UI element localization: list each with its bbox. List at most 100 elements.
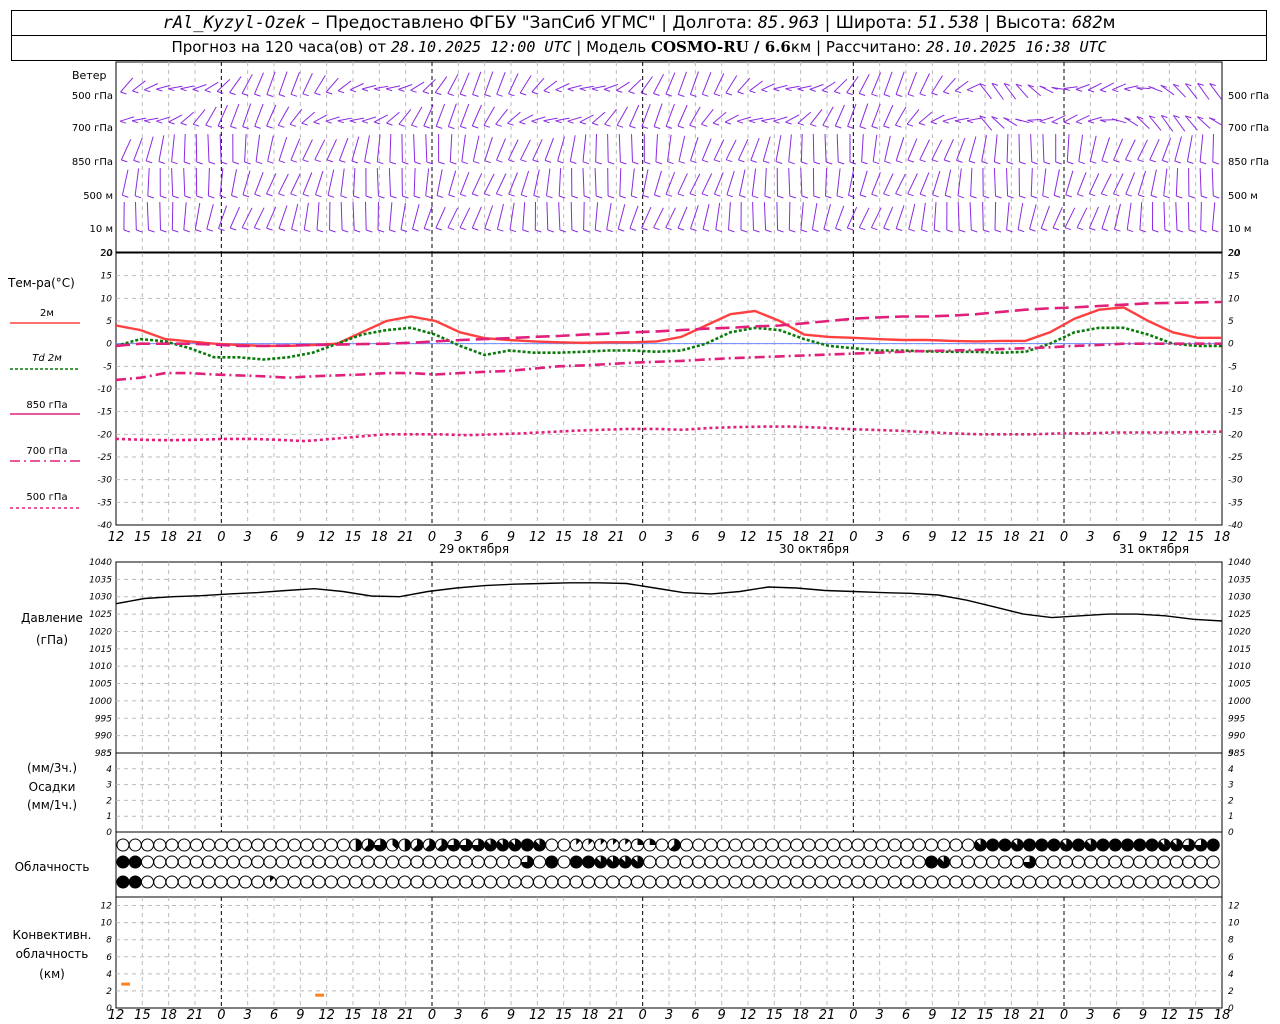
- cloud-octa-fill: [1207, 839, 1220, 851]
- y-tick-label: -10: [1228, 385, 1243, 395]
- wind-barb: [302, 172, 313, 195]
- wind-barb-flag: [519, 121, 526, 125]
- wind-barb: [594, 168, 597, 197]
- wind-barb-flag: [809, 88, 816, 92]
- wind-barb: [812, 133, 815, 163]
- y-tick-label: 4: [106, 970, 112, 980]
- y-tick-label: 5: [106, 317, 112, 327]
- cloud-octa-icon: [827, 855, 840, 869]
- x-tick-label: 12: [740, 530, 757, 545]
- wind-barb: [461, 134, 466, 162]
- wind-barb: [968, 136, 977, 162]
- wind-barb-flag: [180, 88, 187, 92]
- wind-barb: [1027, 84, 1042, 97]
- cloud-octa-icon: [753, 855, 767, 869]
- wind-barb: [1042, 168, 1047, 196]
- x-tick-label: 15: [1187, 1008, 1204, 1023]
- wind-barb-flag: [1067, 161, 1074, 165]
- x-tick-label: 0: [217, 530, 225, 545]
- wind-barb: [314, 139, 326, 160]
- wind-barb-flag: [160, 229, 167, 233]
- wind-barb: [1015, 83, 1029, 99]
- wind-barb: [180, 85, 195, 90]
- wind-barb-flag: [1188, 229, 1196, 233]
- wind-barb-flag: [120, 91, 127, 95]
- wind-barb-flag: [847, 227, 854, 231]
- wind-barb-flag: [496, 93, 503, 97]
- wind-barb-flag: [591, 88, 599, 92]
- wind-barb-flag: [813, 195, 820, 199]
- cloud-octa-fill: [117, 876, 129, 888]
- wind-barb: [1064, 207, 1076, 228]
- wind-barb-flag: [1017, 229, 1025, 233]
- wind-barb: [558, 202, 561, 231]
- wind-barb: [183, 133, 186, 163]
- wind-barb: [713, 73, 725, 95]
- wind-barb-flag: [702, 93, 709, 97]
- wind-barb: [484, 205, 494, 229]
- wind-barb: [1053, 169, 1060, 196]
- wind-barb-flag: [835, 228, 842, 231]
- x-tick-label: 6: [691, 1008, 699, 1023]
- wind-barb-flag: [302, 159, 309, 163]
- wind-barb-flag: [631, 195, 638, 199]
- wind-barb-flag: [896, 160, 903, 164]
- wind-barb-flag: [608, 161, 615, 165]
- cloud-octa-icon: [373, 875, 387, 889]
- wind-barb-flag: [871, 193, 878, 197]
- wind-barb: [266, 173, 277, 195]
- temperature-series: [115, 300, 1223, 443]
- x-tick-label: 3: [244, 1008, 252, 1023]
- wind-barb: [410, 81, 425, 91]
- x-tick-label: 15: [555, 530, 572, 545]
- wind-barb-flag: [559, 229, 567, 233]
- wind-barb-flag: [678, 160, 686, 164]
- cloud-octa-icon: [533, 875, 546, 889]
- wind-barb: [785, 85, 800, 90]
- wind-barb: [168, 85, 183, 90]
- wind-barb-flag: [160, 195, 167, 199]
- cloud-octa-icon: [790, 875, 804, 889]
- wind-barb: [582, 168, 585, 197]
- wind-bottom-tick: 20: [100, 248, 113, 259]
- cloud-octa-icon: [961, 875, 975, 889]
- wind-barb: [907, 72, 918, 95]
- wind-barb-flag: [1138, 194, 1145, 198]
- wind-barb-flag: [919, 193, 927, 197]
- cloud-octa-icon: [1047, 855, 1061, 869]
- cloud-octa-icon: [974, 875, 987, 889]
- cloud-octa-icon: [324, 875, 338, 889]
- wind-barb-flag: [1089, 227, 1096, 231]
- wind-barb: [908, 203, 916, 230]
- y-tick-label: -30: [1228, 476, 1243, 486]
- cloud-octa-icon: [863, 855, 877, 869]
- cloud-octa-icon: [888, 875, 902, 889]
- wind-barb-flag: [813, 161, 821, 165]
- wind-barb: [1029, 204, 1037, 230]
- wind-barb-flag: [1125, 159, 1132, 163]
- wind-right-700hpa: 700 гПа: [1228, 123, 1269, 134]
- wind-barb: [1124, 85, 1139, 90]
- wind-barb: [1075, 83, 1090, 90]
- wind-barb: [471, 104, 482, 127]
- wind-barb-flag: [1100, 89, 1107, 93]
- cloud-octa-icon: [876, 838, 889, 852]
- wind-barb: [1148, 115, 1162, 131]
- y-tick-label: 10: [101, 294, 113, 304]
- cloud-octa-icon: [569, 875, 583, 889]
- wind-barb: [254, 72, 264, 95]
- x-tick-label: 18: [1214, 1008, 1231, 1023]
- wind-barb-flag: [895, 193, 902, 197]
- wind-barb: [546, 168, 551, 196]
- y-tick-label: 15: [101, 272, 113, 282]
- wind-barb: [543, 80, 558, 92]
- wind-barb: [979, 115, 993, 131]
- wind-barb-flag: [366, 229, 373, 233]
- wind-barb-flag: [654, 194, 661, 198]
- wind-barb-flag: [520, 92, 527, 96]
- wind-barb-flag: [484, 193, 491, 197]
- x-tick-label: 12: [108, 1008, 125, 1023]
- wind-barb: [558, 168, 562, 197]
- wind-barb-flag: [725, 92, 733, 96]
- wind-barb-flag: [896, 228, 903, 232]
